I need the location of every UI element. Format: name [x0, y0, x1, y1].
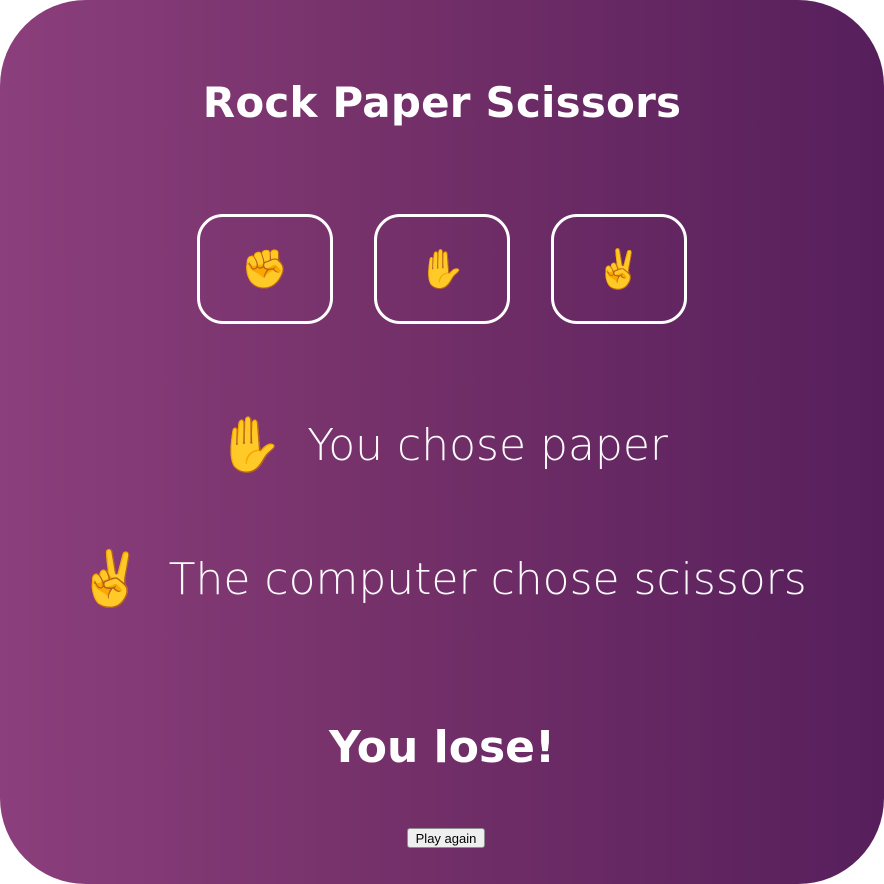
victory-hand-icon: ✌️ [77, 547, 145, 610]
game-title: Rock Paper Scissors [202, 78, 682, 127]
player-choice-result: ✋ You chose paper [0, 418, 884, 472]
game-card: Rock Paper Scissors ✊ ✋ ✌️ ✋ You chose p… [0, 0, 884, 884]
scissors-button[interactable]: ✌️ [551, 214, 687, 324]
raised-hand-icon: ✋ [418, 247, 466, 291]
raised-fist-icon: ✊ [241, 247, 289, 291]
choice-buttons: ✊ ✋ ✌️ [0, 214, 884, 324]
play-again-button[interactable]: Play again [407, 828, 485, 848]
paper-button[interactable]: ✋ [374, 214, 510, 324]
victory-hand-icon: ✌️ [595, 247, 643, 291]
computer-choice-result: ✌️ The computer chose scissors [0, 552, 884, 606]
game-outcome: You lose! [328, 722, 556, 773]
computer-choice-text: The computer chose scissors [168, 553, 807, 605]
player-choice-text: You chose paper [307, 419, 669, 471]
raised-hand-icon: ✋ [215, 413, 284, 476]
rock-button[interactable]: ✊ [197, 214, 333, 324]
